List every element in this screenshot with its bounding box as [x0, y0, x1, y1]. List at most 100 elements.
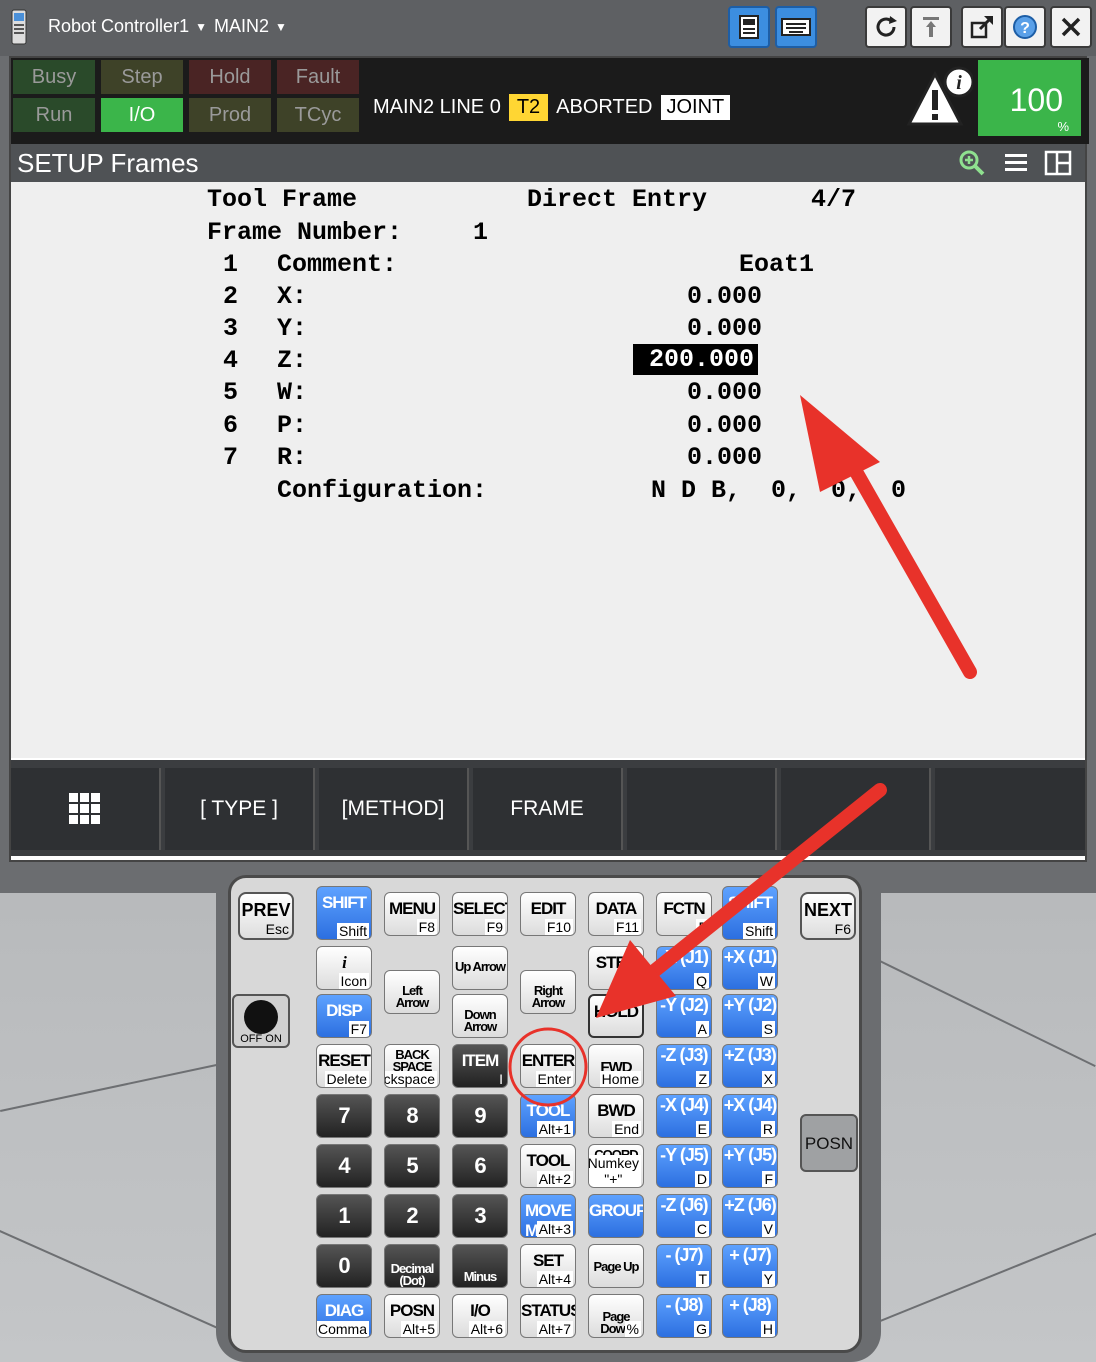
jog-plus-j7-key[interactable]: + (J7) Y	[722, 1244, 778, 1288]
page-down-key[interactable]: Page Down%	[588, 1294, 644, 1338]
key-sublabel: D	[694, 1171, 709, 1187]
digit-2-key[interactable]: 2	[384, 1194, 440, 1238]
jog-minus-z-key[interactable]: -Z (J3) Z	[656, 1044, 712, 1088]
fkey-f5[interactable]	[781, 768, 931, 850]
edit-key[interactable]: EDIT F10	[520, 892, 576, 936]
status-key[interactable]: STATUS Alt+7	[520, 1294, 576, 1338]
help-button[interactable]: ?	[1004, 6, 1046, 48]
down-arrow-key[interactable]: Down Arrow	[452, 994, 508, 1038]
shift-right-key[interactable]: SHIFT Shift	[722, 886, 778, 940]
next-key[interactable]: NEXT F6	[800, 892, 856, 940]
jog-minus-rz-key[interactable]: -Z (J6) C	[656, 1194, 712, 1238]
menu-key[interactable]: MENU F8	[384, 892, 440, 936]
pin-button[interactable]	[910, 6, 952, 48]
jog-plus-y-key[interactable]: +Y (J2) S	[722, 994, 778, 1038]
fwd-key[interactable]: FWD Home	[588, 1044, 644, 1088]
digit-3-key[interactable]: 3	[452, 1194, 508, 1238]
hold-key[interactable]: HOLD	[588, 994, 644, 1038]
controller-selector[interactable]: Robot Controller1 ▼	[48, 16, 207, 37]
icon-key[interactable]: i Icon	[316, 946, 372, 990]
digit-0-key[interactable]: 0	[316, 1244, 372, 1288]
teach-pendant-icon	[11, 9, 27, 45]
decimal-key[interactable]: Decimal (Dot)	[384, 1244, 440, 1288]
key-sublabel: F11	[613, 919, 641, 935]
disp-key[interactable]: DISP F7	[316, 994, 372, 1038]
enter-key[interactable]: ENTER Enter	[520, 1044, 576, 1088]
tool1-key[interactable]: TOOL 1Alt+1	[520, 1094, 576, 1138]
override-display[interactable]: 100 %	[978, 60, 1081, 136]
digit-5-key[interactable]: 5	[384, 1144, 440, 1188]
page-up-key[interactable]: Page Up	[588, 1244, 644, 1288]
close-button[interactable]	[1050, 6, 1092, 48]
data-key[interactable]: DATA F11	[588, 892, 644, 936]
fkey-menu-grid[interactable]	[11, 768, 161, 850]
move-menu-key[interactable]: MOVE MENUAlt+3	[520, 1194, 576, 1238]
right-arrow-key[interactable]: Right Arrow	[520, 970, 576, 1014]
fkey-f4[interactable]	[627, 768, 777, 850]
row-value-selected[interactable]: 200.000	[633, 344, 759, 375]
jog-plus-rz-key[interactable]: +Z (J6) V	[722, 1194, 778, 1238]
backspace-key[interactable]: BACK SPACEBackspace	[384, 1044, 440, 1088]
setup-key[interactable]: SET UPAlt+4	[520, 1244, 576, 1288]
jog-minus-j7-key[interactable]: - (J7) T	[656, 1244, 712, 1288]
fkey-f1-type[interactable]: [ TYPE ]	[165, 768, 315, 850]
jog-minus-x-key[interactable]: -X (J1) Q	[656, 946, 712, 990]
item-key[interactable]: ITEM I	[452, 1044, 508, 1088]
jog-minus-y-key[interactable]: -Y (J2) A	[656, 994, 712, 1038]
shift-left-key[interactable]: SHIFT Shift	[316, 886, 372, 940]
reset-key[interactable]: RESET Delete	[316, 1044, 372, 1088]
jog-minus-rx-key[interactable]: -X (J4) E	[656, 1094, 712, 1138]
digit-8-key[interactable]: 8	[384, 1094, 440, 1138]
coord-key[interactable]: COORDNumkey "+"	[588, 1144, 644, 1188]
key-sublabel: H	[760, 1321, 775, 1337]
digit-6-key[interactable]: 6	[452, 1144, 508, 1188]
left-arrow-key[interactable]: Left Arrow	[384, 970, 440, 1014]
minus-key[interactable]: Minus	[452, 1244, 508, 1288]
popout-button[interactable]	[961, 6, 1003, 48]
select-key[interactable]: SELECT F9	[452, 892, 508, 936]
jog-minus-j8-key[interactable]: - (J8) G	[656, 1294, 712, 1338]
digit-1-key[interactable]: 1	[316, 1194, 372, 1238]
right-arrow-icon: Right Arrow	[531, 983, 566, 1010]
io-key[interactable]: I/O Alt+6	[452, 1294, 508, 1338]
digit-4-key[interactable]: 4	[316, 1144, 372, 1188]
keyboard-button[interactable]	[775, 6, 817, 48]
fkey-extra[interactable]	[935, 768, 1085, 850]
digit-9-key[interactable]: 9	[452, 1094, 508, 1138]
jog-plus-ry-key[interactable]: +Y (J5) F	[722, 1144, 778, 1188]
zoom-in-icon[interactable]	[957, 148, 987, 178]
fkey-f2-method[interactable]: [METHOD]	[319, 768, 469, 850]
pendant-view-button[interactable]	[728, 6, 770, 48]
fctn-key[interactable]: FCTN F	[656, 892, 712, 936]
posn-side-button[interactable]: POSN	[800, 1114, 858, 1172]
enable-switch[interactable]: OFF ON	[232, 994, 290, 1048]
prev-key[interactable]: PREV Esc	[238, 892, 294, 940]
key-label: STATUS	[521, 1301, 576, 1320]
tool2-key[interactable]: TOOL 2Alt+2	[520, 1144, 576, 1188]
key-label: -Z (J3)	[660, 1045, 709, 1065]
menu-lines-icon[interactable]	[1001, 148, 1031, 178]
jog-minus-ry-key[interactable]: -Y (J5) D	[656, 1144, 712, 1188]
up-arrow-key[interactable]: Up Arrow	[452, 946, 508, 990]
key-sublabel: Comma	[317, 1321, 369, 1337]
diag-help-key[interactable]: DIAG HELPComma	[316, 1294, 372, 1338]
warning-info-icon[interactable]: i	[905, 64, 973, 130]
jog-plus-x-key[interactable]: +X (J1) W	[722, 946, 778, 990]
jog-plus-j8-key[interactable]: + (J8) H	[722, 1294, 778, 1338]
key-label: BACK SPACE	[392, 1047, 433, 1074]
program-selector[interactable]: MAIN2 ▼	[214, 16, 287, 37]
posn-key[interactable]: POSN Alt+5	[384, 1294, 440, 1338]
jog-plus-rx-key[interactable]: +X (J4) R	[722, 1094, 778, 1138]
configuration-value[interactable]: N D B, 0, 0, 0	[651, 476, 906, 505]
split-screen-icon[interactable]	[1043, 148, 1073, 178]
group-key[interactable]: GROUP	[588, 1194, 644, 1238]
jog-plus-z-key[interactable]: +Z (J3) X	[722, 1044, 778, 1088]
function-key-bar: [ TYPE ] [METHOD] FRAME	[11, 760, 1085, 856]
bwd-key[interactable]: BWD End	[588, 1094, 644, 1138]
row-label: Comment:	[277, 250, 398, 279]
key-sublabel: W	[757, 973, 775, 989]
digit-7-key[interactable]: 7	[316, 1094, 372, 1138]
fkey-f3-frame[interactable]: FRAME	[473, 768, 623, 850]
refresh-button[interactable]	[865, 6, 907, 48]
step-key[interactable]: STEP Ins	[588, 946, 644, 990]
